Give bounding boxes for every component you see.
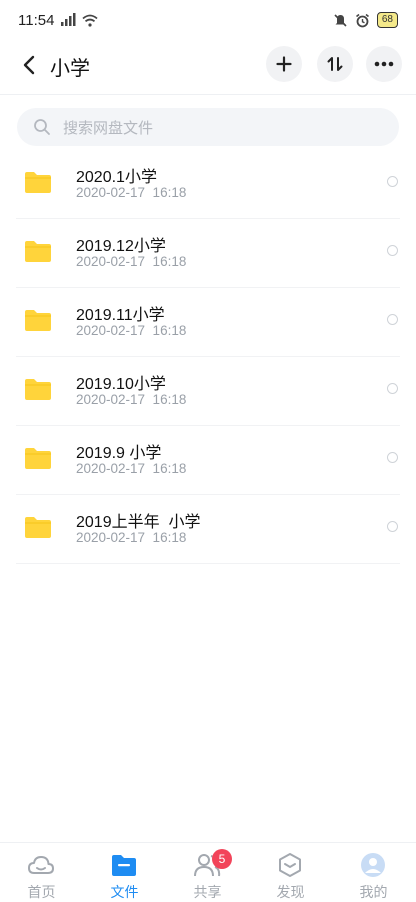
profile-icon (361, 853, 385, 877)
nav-share[interactable]: 5 共享 (166, 843, 249, 901)
search-bar[interactable] (17, 108, 399, 148)
nav-files-label: 文件 (110, 884, 139, 900)
file-name: 2019.9 小学 (76, 445, 162, 462)
status-bar: 11:54 68 (0, 0, 416, 40)
mute-icon (334, 13, 347, 27)
nav-discover-label: 发现 (276, 884, 305, 900)
select-radio[interactable] (387, 521, 398, 532)
battery-icon: 68 (376, 12, 398, 28)
file-date: 2020-02-17 16:18 (76, 392, 187, 407)
folder-icon (25, 379, 51, 400)
discover-icon (279, 853, 301, 877)
folder-icon (25, 172, 51, 193)
file-date: 2020-02-17 16:18 (76, 254, 187, 269)
file-date: 2020-02-17 16:18 (76, 461, 187, 476)
folder-icon (25, 310, 51, 331)
file-date: 2020-02-17 16:18 (76, 185, 187, 200)
file-name: 2019上半年 小学 (76, 514, 201, 531)
select-radio[interactable] (387, 452, 398, 463)
header-divider (0, 94, 416, 95)
nav-discover[interactable]: 发现 (249, 843, 332, 901)
status-time: 11:54 (18, 12, 55, 29)
file-row[interactable]: 2019.9 小学 2020-02-17 16:18 (0, 426, 416, 495)
file-row[interactable]: 2019.11小学 2020-02-17 16:18 (0, 288, 416, 357)
home-cloud-icon (28, 856, 54, 874)
select-radio[interactable] (387, 314, 398, 325)
alarm-icon (355, 13, 369, 27)
back-button[interactable] (14, 50, 44, 80)
nav-share-label: 共享 (193, 884, 222, 900)
folder-icon (112, 855, 136, 876)
page-title: 小学 (50, 58, 90, 80)
more-icon (374, 61, 394, 67)
wifi-icon (82, 14, 98, 27)
signal-icon (61, 13, 76, 26)
nav-home-label: 首页 (27, 884, 56, 900)
file-name: 2019.11小学 (76, 307, 165, 324)
nav-profile[interactable]: 我的 (332, 843, 415, 901)
file-name: 2019.10小学 (76, 376, 166, 393)
share-badge: 5 (212, 849, 232, 869)
folder-icon (25, 241, 51, 262)
nav-files[interactable]: 文件 (83, 843, 166, 901)
add-button[interactable] (266, 46, 302, 82)
sort-button[interactable] (317, 46, 353, 82)
file-date: 2020-02-17 16:18 (76, 530, 187, 545)
file-name: 2019.12小学 (76, 238, 166, 255)
file-row[interactable]: 2019上半年 小学 2020-02-17 16:18 (0, 495, 416, 564)
file-row[interactable]: 2020.1小学 2020-02-17 16:18 (0, 150, 416, 219)
bottom-nav: 首页 文件 5 共享 发现 我的 (0, 842, 416, 901)
more-button[interactable] (366, 46, 402, 82)
nav-profile-label: 我的 (359, 884, 388, 900)
plus-icon (276, 56, 292, 72)
header: 小学 (0, 40, 416, 90)
select-radio[interactable] (387, 383, 398, 394)
folder-icon (25, 448, 51, 469)
nav-home[interactable]: 首页 (0, 843, 83, 901)
file-name: 2020.1小学 (76, 169, 157, 186)
file-row[interactable]: 2019.12小学 2020-02-17 16:18 (0, 219, 416, 288)
file-list: 2020.1小学 2020-02-17 16:18 2019.12小学 2020… (0, 150, 416, 564)
select-radio[interactable] (387, 176, 398, 187)
search-input[interactable] (61, 108, 385, 148)
select-radio[interactable] (387, 245, 398, 256)
folder-icon (25, 517, 51, 538)
file-row[interactable]: 2019.10小学 2020-02-17 16:18 (0, 357, 416, 426)
chevron-left-icon (23, 55, 35, 75)
search-icon (34, 119, 50, 135)
sort-icon (327, 57, 343, 71)
file-date: 2020-02-17 16:18 (76, 323, 187, 338)
